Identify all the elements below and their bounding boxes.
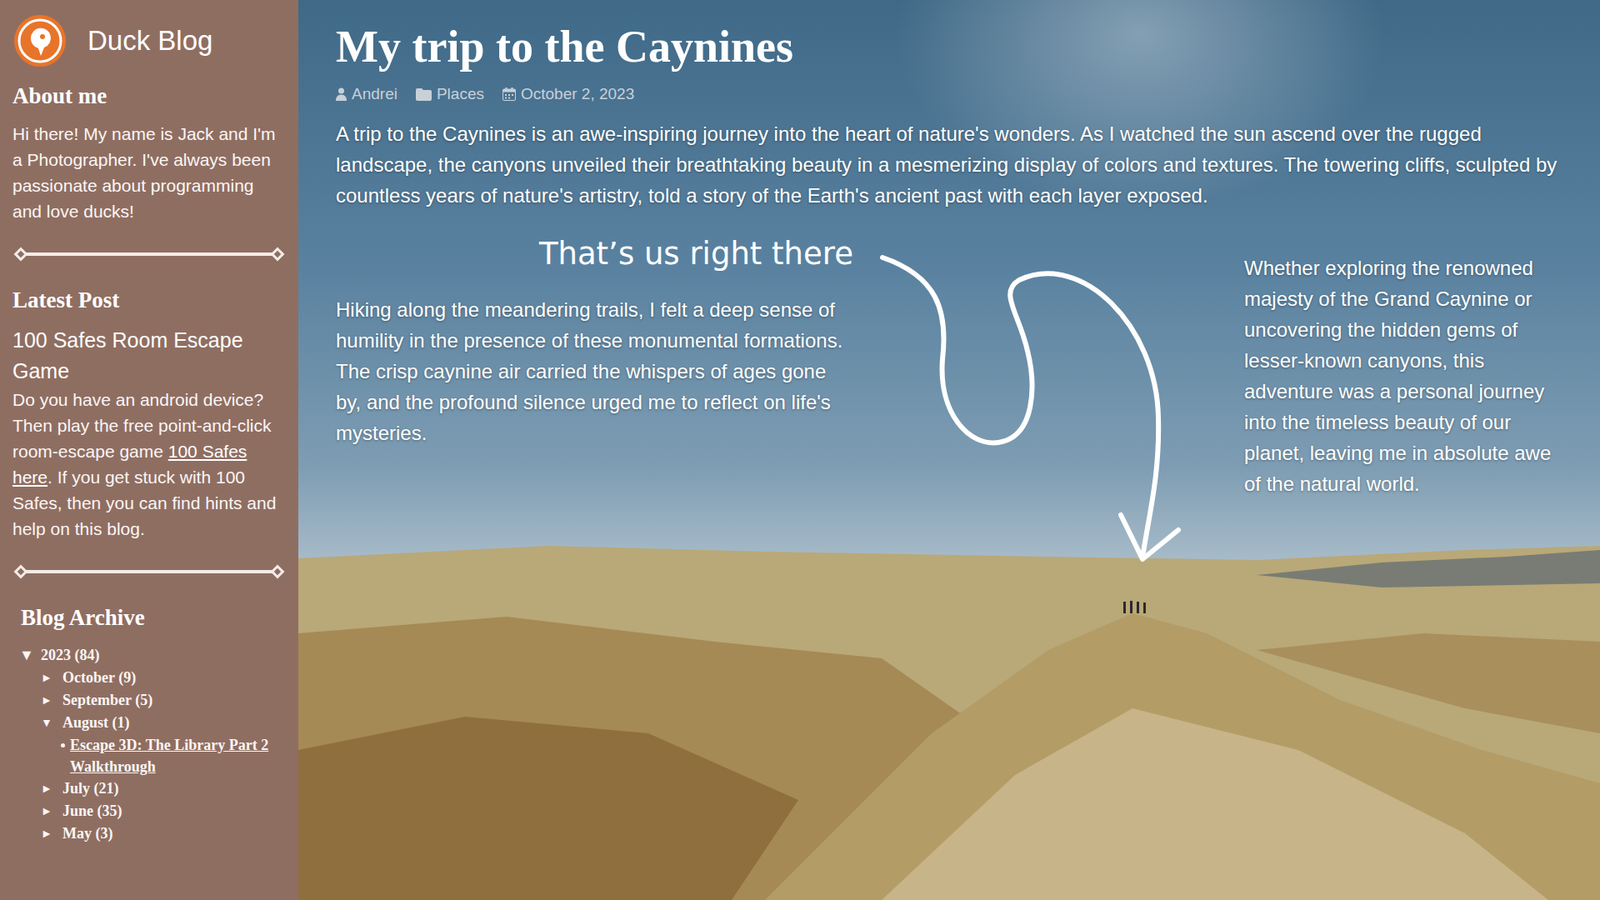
archive-post: Escape 3D: The Library Part 2 Walkthroug… [60,734,286,778]
archive-month: ► September (5) [40,689,286,712]
latest-post-text: Do you have an android device? Then play… [12,386,286,542]
post-area: My trip to the Caynines Andrei Places Oc… [298,0,1600,900]
duck-logo-icon[interactable] [12,13,68,69]
bullet-icon [60,743,65,748]
divider [15,249,283,260]
archive-year-label[interactable]: 2023 (84) [40,644,100,667]
archive-heading: Blog Archive [20,605,286,631]
archive-month: ► June (35) [40,800,286,823]
toggle-icon[interactable]: ▼ [40,711,58,735]
archive-tree: ▼ 2023 (84) ► October (9) ► September (5… [12,644,286,845]
diamond-icon [14,247,29,262]
archive-month: ► May (3) [40,822,286,845]
diamond-icon [270,565,285,580]
archive-month-label[interactable]: September (5) [62,689,153,712]
left-column: That’s us right there Hiking along the m… [335,234,857,568]
archive-month-row[interactable]: ► October (9) [40,666,286,690]
archive-month: ► July (21) [40,777,286,800]
diamond-icon [270,247,285,262]
archive-month-row[interactable]: ▼ August (1) [40,711,286,735]
blog-title[interactable]: Duck Blog [87,25,213,57]
post-intro: A trip to the Caynines is an awe-inspiri… [335,118,1560,211]
right-paragraph: Whether exploring the renowned majesty o… [1244,252,1560,500]
archive-month-row[interactable]: ► September (5) [40,689,286,712]
folder-icon [415,88,432,101]
latest-post-title[interactable]: 100 Safes Room Escape Game [12,325,286,387]
toggle-icon[interactable]: ► [40,689,58,712]
sidebar: Duck Blog About me Hi there! My name is … [0,0,299,900]
toggle-icon[interactable]: ► [40,666,58,690]
archive-month-label[interactable]: July (21) [62,777,120,800]
person-icon [335,87,347,101]
curly-arrow-icon [856,234,1243,568]
post-author[interactable]: Andrei [335,85,398,104]
toggle-icon[interactable]: ▼ [19,644,36,667]
about-heading: About me [12,83,286,110]
archive-month-label[interactable]: October (9) [62,666,136,690]
post-date: October 2, 2023 [502,85,635,104]
post-category[interactable]: Places [415,85,485,104]
archive-month: ▼ August (1) Escape 3D: The Library Part… [40,711,286,778]
archive-month-label[interactable]: May (3) [62,822,113,845]
archive-month-row[interactable]: ► July (21) [40,777,286,800]
archive-month-label[interactable]: June (35) [62,800,123,823]
toggle-icon[interactable]: ► [40,777,58,800]
divider-line [25,252,273,256]
archive-month-row[interactable]: ► May (3) [40,822,286,845]
post-columns: That’s us right there Hiking along the m… [335,234,1560,568]
arrow-column [856,234,1245,568]
toggle-icon[interactable]: ► [40,800,58,823]
toggle-icon[interactable]: ► [40,822,58,845]
archive-widget: Blog Archive ▼ 2023 (84) ► October (9) ►… [12,605,286,845]
latest-post-link[interactable]: 100 Safes here [12,441,247,487]
archive-year: ▼ 2023 (84) ► October (9) ► September (5… [19,644,286,845]
archive-months: ► October (9) ► September (5) ▼ August (… [19,666,286,845]
about-widget: About me Hi there! My name is Jack and I… [12,83,286,225]
archive-posts: Escape 3D: The Library Part 2 Walkthroug… [40,734,286,778]
left-paragraph: Hiking along the meandering trails, I fe… [335,294,857,449]
post-title: My trip to the Caynines [335,20,1560,74]
page: Duck Blog About me Hi there! My name is … [0,0,1600,900]
latest-post-widget: Latest Post 100 Safes Room Escape Game D… [12,287,286,542]
annotation-text: That’s us right there [335,234,857,275]
archive-year-row[interactable]: ▼ 2023 (84) [19,644,286,667]
post-meta: Andrei Places October 2, 2023 [335,85,1560,104]
right-column: Whether exploring the renowned majesty o… [1244,234,1560,568]
diamond-icon [14,565,29,580]
calendar-icon [502,87,516,101]
divider-line [25,570,273,574]
archive-month-label[interactable]: August (1) [62,711,130,735]
post: My trip to the Caynines Andrei Places Oc… [298,0,1600,568]
archive-post-link[interactable]: Escape 3D: The Library Part 2 Walkthroug… [70,734,286,778]
archive-month: ► October (9) [40,666,286,690]
divider [15,566,283,577]
brand[interactable]: Duck Blog [12,13,286,69]
archive-month-row[interactable]: ► June (35) [40,800,286,823]
about-text: Hi there! My name is Jack and I'm a Phot… [12,120,286,225]
latest-post-heading: Latest Post [12,287,286,314]
